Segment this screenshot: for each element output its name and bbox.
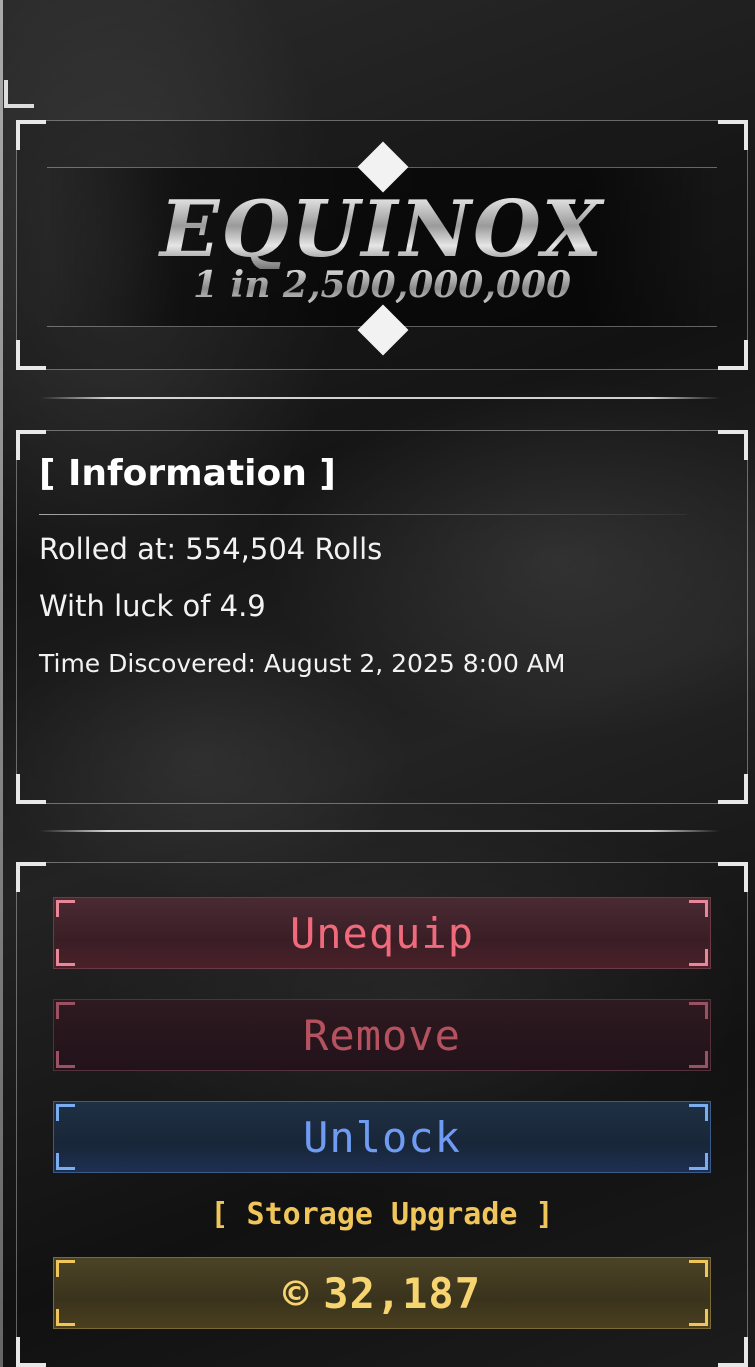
corner-bracket — [16, 120, 46, 150]
information-panel: [ Information ] Rolled at: 554,504 Rolls… — [16, 430, 748, 804]
rarity-title-panel: EQUINOX 1 in 2,500,000,000 — [16, 120, 748, 370]
time-discovered-text: Time Discovered: August 2, 2025 8:00 AM — [39, 649, 566, 678]
button-corner — [56, 1104, 75, 1121]
unequip-button-label: Unequip — [289, 908, 474, 958]
remove-button-label: Remove — [303, 1010, 461, 1060]
corner-bracket — [16, 774, 46, 804]
button-corner — [56, 1260, 75, 1277]
top-corner-bracket — [4, 80, 34, 108]
section-divider — [40, 397, 720, 399]
luck-text: With luck of 4.9 — [39, 589, 266, 623]
button-corner — [689, 1309, 708, 1326]
unlock-button-label: Unlock — [303, 1112, 461, 1162]
information-separator — [39, 514, 687, 515]
corner-bracket — [16, 340, 46, 370]
button-corner — [56, 1153, 75, 1170]
information-heading: [ Information ] — [39, 453, 336, 494]
storage-upgrade-button[interactable]: © 32,187 — [53, 1257, 711, 1329]
rarity-name: EQUINOX — [17, 191, 747, 269]
button-corner — [689, 1153, 708, 1170]
button-corner — [689, 949, 708, 966]
left-edge-border — [0, 0, 3, 1367]
corner-bracket — [718, 774, 748, 804]
storage-upgrade-label: [ Storage Upgrade ] — [210, 1197, 554, 1232]
button-corner — [689, 1051, 708, 1068]
coin-icon: © — [282, 1268, 310, 1318]
rarity-chance: 1 in 2,500,000,000 — [17, 267, 747, 303]
button-corner — [56, 1309, 75, 1326]
button-corner — [689, 1104, 708, 1121]
button-corner — [56, 1002, 75, 1019]
rolled-at-text: Rolled at: 554,504 Rolls — [39, 532, 383, 566]
corner-bracket — [718, 1337, 748, 1367]
storage-upgrade-cost: 32,187 — [323, 1268, 481, 1318]
corner-bracket — [718, 120, 748, 150]
button-corner — [689, 1002, 708, 1019]
corner-bracket — [718, 430, 748, 460]
corner-bracket — [16, 862, 46, 892]
remove-button[interactable]: Remove — [53, 999, 711, 1071]
button-corner — [689, 1260, 708, 1277]
section-divider — [40, 830, 720, 832]
button-corner — [56, 900, 75, 917]
actions-panel: Unequip Remove Unlock [ Storage Upgrade … — [16, 862, 748, 1367]
button-corner — [689, 900, 708, 917]
unlock-button[interactable]: Unlock — [53, 1101, 711, 1173]
corner-bracket — [718, 340, 748, 370]
unequip-button[interactable]: Unequip — [53, 897, 711, 969]
corner-bracket — [718, 862, 748, 892]
button-corner — [56, 949, 75, 966]
button-corner — [56, 1051, 75, 1068]
corner-bracket — [16, 1337, 46, 1367]
